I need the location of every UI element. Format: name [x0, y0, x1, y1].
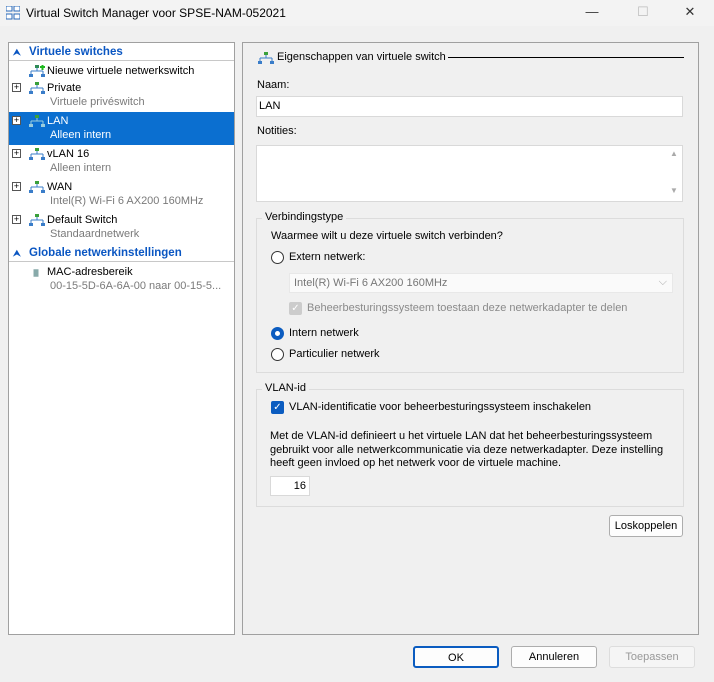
- window-title: Virtual Switch Manager voor SPSE-NAM-052…: [26, 6, 286, 20]
- switch-type: Alleen intern: [50, 129, 112, 141]
- switch-name: vLAN 16: [47, 148, 90, 160]
- notes-textarea[interactable]: ▲ ▼: [256, 145, 683, 202]
- switch-type: Intel(R) Wi-Fi 6 AX200 160MHz: [50, 195, 204, 207]
- section-virtual-switches[interactable]: ⮝ Virtuele switches: [9, 44, 234, 61]
- vlan-id-input[interactable]: 16: [270, 476, 310, 496]
- header-divider: [448, 57, 684, 58]
- switch-tree: ⮝ Virtuele switches Nieuwe virtuele netwe…: [8, 42, 235, 635]
- switch-icon: [29, 115, 45, 127]
- app-icon: [6, 6, 20, 20]
- expand-icon[interactable]: +: [12, 116, 21, 125]
- section-label: Globale netwerkinstellingen: [29, 247, 182, 259]
- adapter-select[interactable]: Intel(R) Wi-Fi 6 AX200 160MHz ⌵: [289, 273, 673, 293]
- switch-icon: [29, 148, 45, 160]
- vlan-description: Met de VLAN-id definieert u het virtuele…: [270, 430, 664, 469]
- collapse-icon: ⮝: [13, 47, 21, 57]
- switch-item-lan[interactable]: + LAN Alleen intern: [9, 112, 234, 145]
- network-adapter-icon: [33, 269, 39, 277]
- section-global-settings[interactable]: ⮝ Globale netwerkinstellingen: [9, 245, 234, 262]
- properties-panel: Eigenschappen van virtuele switch Naam: …: [242, 42, 699, 635]
- switch-type: Standaardnetwerk: [50, 228, 140, 240]
- switch-type: Alleen intern: [50, 162, 112, 174]
- switch-icon: [29, 181, 45, 193]
- mac-range: 00-15-5D-6A-6A-00 naar 00-15-5...: [50, 280, 222, 292]
- vlan-legend: VLAN-id: [262, 382, 309, 394]
- chevron-down-icon: ⌵: [658, 276, 667, 288]
- external-label: Extern netwerk:: [289, 251, 366, 263]
- collapse-icon: ⮝: [13, 248, 21, 258]
- adapter-value: Intel(R) Wi-Fi 6 AX200 160MHz: [294, 277, 448, 289]
- notes-scrollbar[interactable]: ▲ ▼: [666, 146, 682, 201]
- ok-button[interactable]: OK: [413, 646, 499, 668]
- switch-name: Private: [47, 82, 82, 94]
- internal-label: Intern netwerk: [289, 327, 359, 339]
- new-switch-label: Nieuwe virtuele netwerkswitch: [47, 65, 195, 77]
- switch-icon: [29, 82, 45, 94]
- expand-icon[interactable]: +: [12, 182, 21, 191]
- connection-type-legend: Verbindingstype: [262, 211, 347, 223]
- cancel-button[interactable]: Annuleren: [511, 646, 597, 668]
- switch-icon: [29, 214, 45, 226]
- switch-item-default[interactable]: + Default Switch Standaardnetwerk: [9, 211, 234, 244]
- maximize-button[interactable]: ☐: [633, 4, 653, 22]
- switch-type: Virtuele privéswitch: [50, 96, 145, 108]
- connection-question: Waarmee wilt u deze virtuele switch verb…: [271, 230, 503, 242]
- private-radio[interactable]: [271, 348, 284, 361]
- name-input[interactable]: LAN: [256, 96, 683, 117]
- new-switch-item[interactable]: Nieuwe virtuele netwerkswitch: [9, 62, 234, 78]
- private-label: Particulier netwerk: [289, 348, 380, 360]
- vlan-checkbox[interactable]: ✓: [271, 401, 284, 414]
- switch-name: LAN: [47, 115, 69, 127]
- close-button[interactable]: ✕: [680, 4, 700, 22]
- switch-item-wan[interactable]: + WAN Intel(R) Wi-Fi 6 AX200 160MHz: [9, 178, 234, 211]
- name-label: Naam:: [257, 79, 290, 91]
- expand-icon[interactable]: +: [12, 149, 21, 158]
- expand-icon[interactable]: +: [12, 215, 21, 224]
- internal-radio[interactable]: [271, 327, 284, 340]
- new-switch-icon: [29, 65, 45, 77]
- properties-header: Eigenschappen van virtuele switch: [277, 51, 446, 63]
- share-label: Beheerbesturingssysteem toestaan deze ne…: [307, 302, 628, 314]
- disconnect-button[interactable]: Loskoppelen: [609, 515, 683, 537]
- switch-item-vlan16[interactable]: + vLAN 16 Alleen intern: [9, 145, 234, 178]
- section-label: Virtuele switches: [29, 46, 123, 58]
- minimize-button[interactable]: —: [582, 4, 602, 22]
- expand-icon[interactable]: +: [12, 83, 21, 92]
- mac-label: MAC-adresbereik: [47, 266, 133, 278]
- external-radio[interactable]: [271, 251, 284, 264]
- share-checkbox[interactable]: ✓: [289, 302, 302, 315]
- switch-icon: [258, 52, 274, 64]
- title-bar: Virtual Switch Manager voor SPSE-NAM-052…: [0, 0, 714, 26]
- switch-name: Default Switch: [47, 214, 118, 226]
- mac-range-item[interactable]: MAC-adresbereik 00-15-5D-6A-6A-00 naar 00…: [9, 263, 234, 296]
- notes-label: Notities:: [257, 125, 297, 137]
- vlan-check-label: VLAN-identificatie voor beheerbesturings…: [289, 401, 592, 413]
- switch-name: WAN: [47, 181, 73, 193]
- switch-item-private[interactable]: + Private Virtuele privéswitch: [9, 79, 234, 112]
- apply-button[interactable]: Toepassen: [609, 646, 695, 668]
